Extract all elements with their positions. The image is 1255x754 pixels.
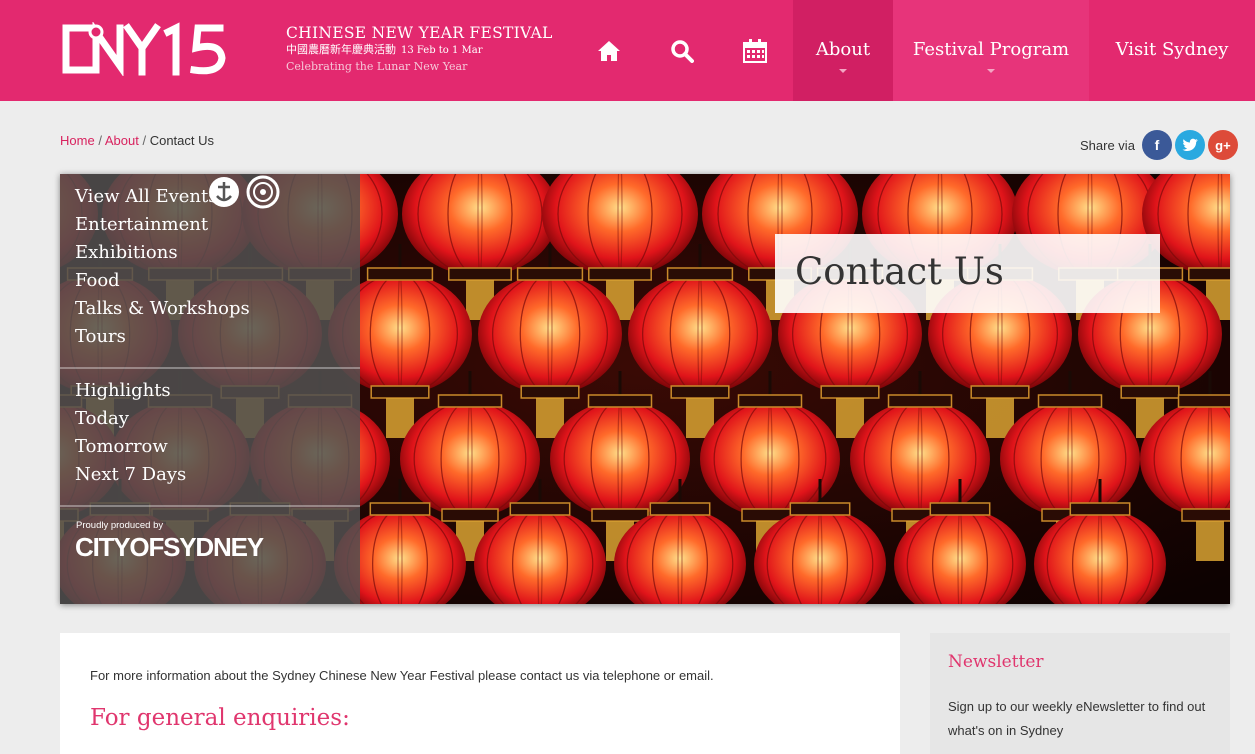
share-google-button[interactable]: g+ [1207,130,1238,160]
sidebar-link-entertainment[interactable]: Entertainment [75,214,208,235]
general-enquiries-heading: For general enquiries: [90,705,350,731]
home-icon [598,40,620,61]
calendar-icon [743,38,767,63]
nav-visit-sydney[interactable]: Visit Sydney [1089,0,1255,101]
festival-title: CHINESE NEW YEAR FESTIVAL [286,24,553,42]
share-bar: Share via f g+ [1080,130,1238,160]
page-title-box: Contact Us [775,234,1160,313]
main-content: For more information about the Sydney Ch… [60,633,900,754]
festival-tagline: Celebrating the Lunar New Year [286,60,468,73]
site-header: CHINESE NEW YEAR FESTIVAL 中國農曆新年慶典活動 13 F… [0,0,1255,101]
chevron-down-icon [987,69,995,73]
festival-chinese-title: 中國農曆新年慶典活動 13 Feb to 1 Mar [286,42,553,59]
produced-by-label: Proudly produced by [76,520,164,531]
sidebar-link-talks-workshops[interactable]: Talks & Workshops [75,298,250,319]
nav-about-label: About [815,39,871,60]
intro-text: For more information about the Sydney Ch… [90,668,714,683]
nav-visit-label: Visit Sydney [1115,39,1229,60]
nav-calendar[interactable] [722,0,788,101]
nav-about[interactable]: About [793,0,893,101]
breadcrumb-about[interactable]: About [105,133,139,148]
nav-home[interactable] [576,0,642,101]
sidebar-link-tours[interactable]: Tours [75,326,126,347]
city-crest-icon [209,177,239,207]
sidebar-link-tomorrow[interactable]: Tomorrow [75,436,168,457]
sidebar-link-next-7-days[interactable]: Next 7 Days [75,464,186,485]
nav-festival-program[interactable]: Festival Program [893,0,1089,101]
search-icon [671,39,694,63]
nav-search[interactable] [649,0,715,101]
facebook-icon: f [1154,137,1160,153]
breadcrumb-home[interactable]: Home [60,133,95,148]
cny15-logo[interactable] [60,22,276,76]
logo-text-block: CHINESE NEW YEAR FESTIVAL 中國農曆新年慶典活動 13 F… [286,24,553,74]
hero-banner: View All Events Entertainment Exhibitions F… [60,174,1230,604]
chinese-title: 中國農曆新年慶典活動 [286,43,396,56]
sidebar-divider [60,505,360,507]
city-of-sydney-logo[interactable]: CITYOFSYDNEY [75,532,264,563]
share-label: Share via [1080,137,1135,153]
breadcrumb-current: Contact Us [149,133,215,148]
breadcrumb-separator: / [98,133,102,148]
breadcrumb-separator: / [142,133,147,148]
festival-dates: 13 Feb to 1 Mar [401,45,483,56]
sidebar-link-highlights[interactable]: Highlights [75,380,171,401]
sustainable-sydney-icon [246,175,280,209]
newsletter-title: Newsletter [948,652,1044,672]
event-sidebar: View All Events Entertainment Exhibitions F… [60,174,360,604]
sidebar-link-food[interactable]: Food [75,270,120,291]
sidebar-link-today[interactable]: Today [75,408,129,429]
share-twitter-button[interactable] [1174,130,1205,160]
nav-program-label: Festival Program [912,39,1070,60]
page-title: Contact Us [795,250,1004,293]
newsletter-panel: Newsletter Sign up to our weekly eNewsle… [930,633,1230,754]
twitter-icon [1182,138,1198,151]
chevron-down-icon [839,69,847,73]
sidebar-link-exhibitions[interactable]: Exhibitions [75,242,178,263]
newsletter-description: Sign up to our weekly eNewsletter to fin… [948,699,1206,738]
google-plus-icon: g+ [1215,137,1231,153]
share-facebook-button[interactable]: f [1141,130,1172,160]
breadcrumb: Home / About / Contact Us [60,133,214,148]
sidebar-divider [60,367,360,369]
sidebar-link-view-all-events[interactable]: View All Events [75,186,217,207]
